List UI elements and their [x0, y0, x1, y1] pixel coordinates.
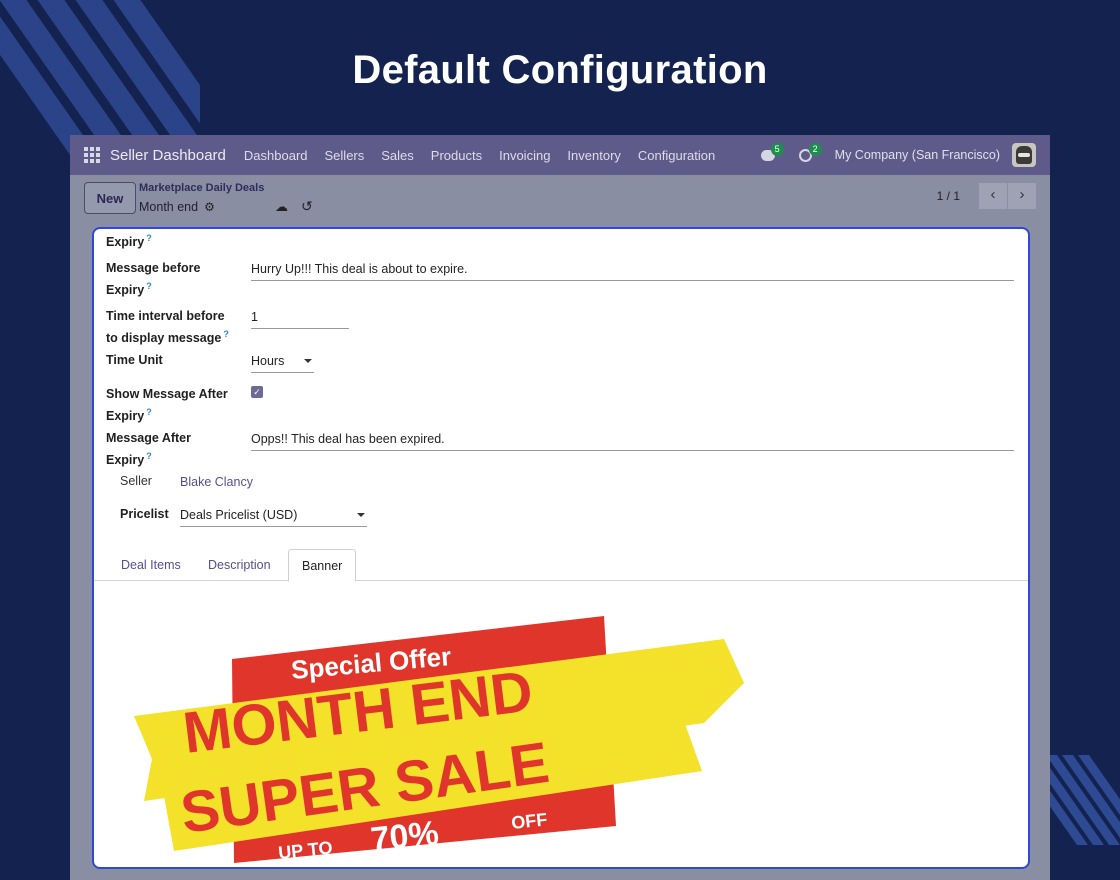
message-before-input[interactable]: Hurry Up!!! This deal is about to expire… [251, 262, 1014, 281]
tab-description[interactable]: Description [195, 549, 284, 582]
time-interval-input[interactable]: 1 [251, 310, 349, 329]
menu-invoicing[interactable]: Invoicing [499, 148, 550, 163]
show-after-checkbox[interactable]: ✓ [251, 386, 263, 398]
record-name: Month end [139, 200, 199, 214]
help-icon: ? [146, 281, 152, 291]
user-avatar[interactable] [1012, 143, 1036, 167]
show-after-label: Show Message After Expiry? [106, 387, 228, 424]
activity-clock-icon[interactable]: 2 [797, 143, 822, 165]
seller-link[interactable]: Blake Clancy [180, 475, 253, 489]
messages-badge: 5 [770, 143, 784, 156]
form-sheet: Expiry? Message before Expiry? Hurry Up!… [92, 227, 1030, 869]
banner-percent: 70% [369, 814, 441, 859]
menu-dashboard[interactable]: Dashboard [244, 148, 308, 163]
pager-value[interactable]: 1 / 1 [937, 189, 960, 203]
top-navbar: Seller Dashboard Dashboard Sellers Sales… [70, 135, 1050, 175]
app-brand[interactable]: Seller Dashboard [110, 147, 226, 164]
apps-grid-icon[interactable] [84, 147, 100, 163]
seller-label: Seller [120, 474, 152, 488]
pricelist-select[interactable]: Deals Pricelist (USD) [180, 508, 367, 527]
pricelist-label: Pricelist [120, 507, 169, 521]
form-tabs: Deal Items Description Banner [94, 545, 1028, 582]
time-unit-label: Time Unit [106, 353, 163, 367]
record-title: Month end ⚙ [139, 200, 215, 214]
breadcrumb[interactable]: Marketplace Daily Deals [139, 182, 264, 194]
menu-sellers[interactable]: Sellers [325, 148, 365, 163]
message-before-label: Message before Expiry? [106, 261, 201, 298]
chevron-down-icon [357, 513, 365, 517]
menu-configuration[interactable]: Configuration [638, 148, 715, 163]
help-icon: ? [223, 329, 229, 339]
menu-sales[interactable]: Sales [381, 148, 414, 163]
help-icon: ? [146, 233, 152, 243]
page-title: Default Configuration [352, 48, 768, 92]
company-switcher[interactable]: My Company (San Francisco) [835, 148, 1000, 162]
discard-undo-icon[interactable]: ↺ [301, 198, 313, 215]
time-unit-select[interactable]: Hours [251, 354, 314, 373]
control-panel: New Marketplace Daily Deals Month end ⚙ … [70, 175, 1050, 227]
messages-icon[interactable]: 5 [759, 143, 784, 165]
gear-icon[interactable]: ⚙ [204, 200, 215, 214]
message-after-label: Message After Expiry? [106, 431, 191, 468]
new-button[interactable]: New [84, 182, 136, 214]
tab-deal-items[interactable]: Deal Items [108, 549, 194, 582]
message-after-input[interactable]: Opps!! This deal has been expired. [251, 432, 1014, 451]
activities-badge: 2 [808, 143, 822, 156]
time-interval-label: Time interval before to display message? [106, 309, 229, 346]
banner-off: OFF [510, 809, 548, 833]
menu-products[interactable]: Products [431, 148, 482, 163]
help-icon: ? [146, 407, 152, 417]
tab-banner[interactable]: Banner [288, 549, 357, 582]
cloud-save-icon[interactable]: ☁ [275, 199, 288, 215]
expiry-label-top: Expiry? [106, 233, 152, 250]
pager-previous-button[interactable]: ‹ [979, 183, 1007, 209]
app-window: Seller Dashboard Dashboard Sellers Sales… [70, 135, 1050, 880]
chevron-down-icon [304, 359, 312, 363]
banner-image: Special Offer MONTH END SUPER SALE UP TO… [104, 601, 754, 863]
help-icon: ? [146, 451, 152, 461]
corner-stripes-decoration-bottom [1040, 755, 1120, 845]
pager-next-button[interactable]: › [1008, 183, 1036, 209]
menu-inventory[interactable]: Inventory [567, 148, 620, 163]
